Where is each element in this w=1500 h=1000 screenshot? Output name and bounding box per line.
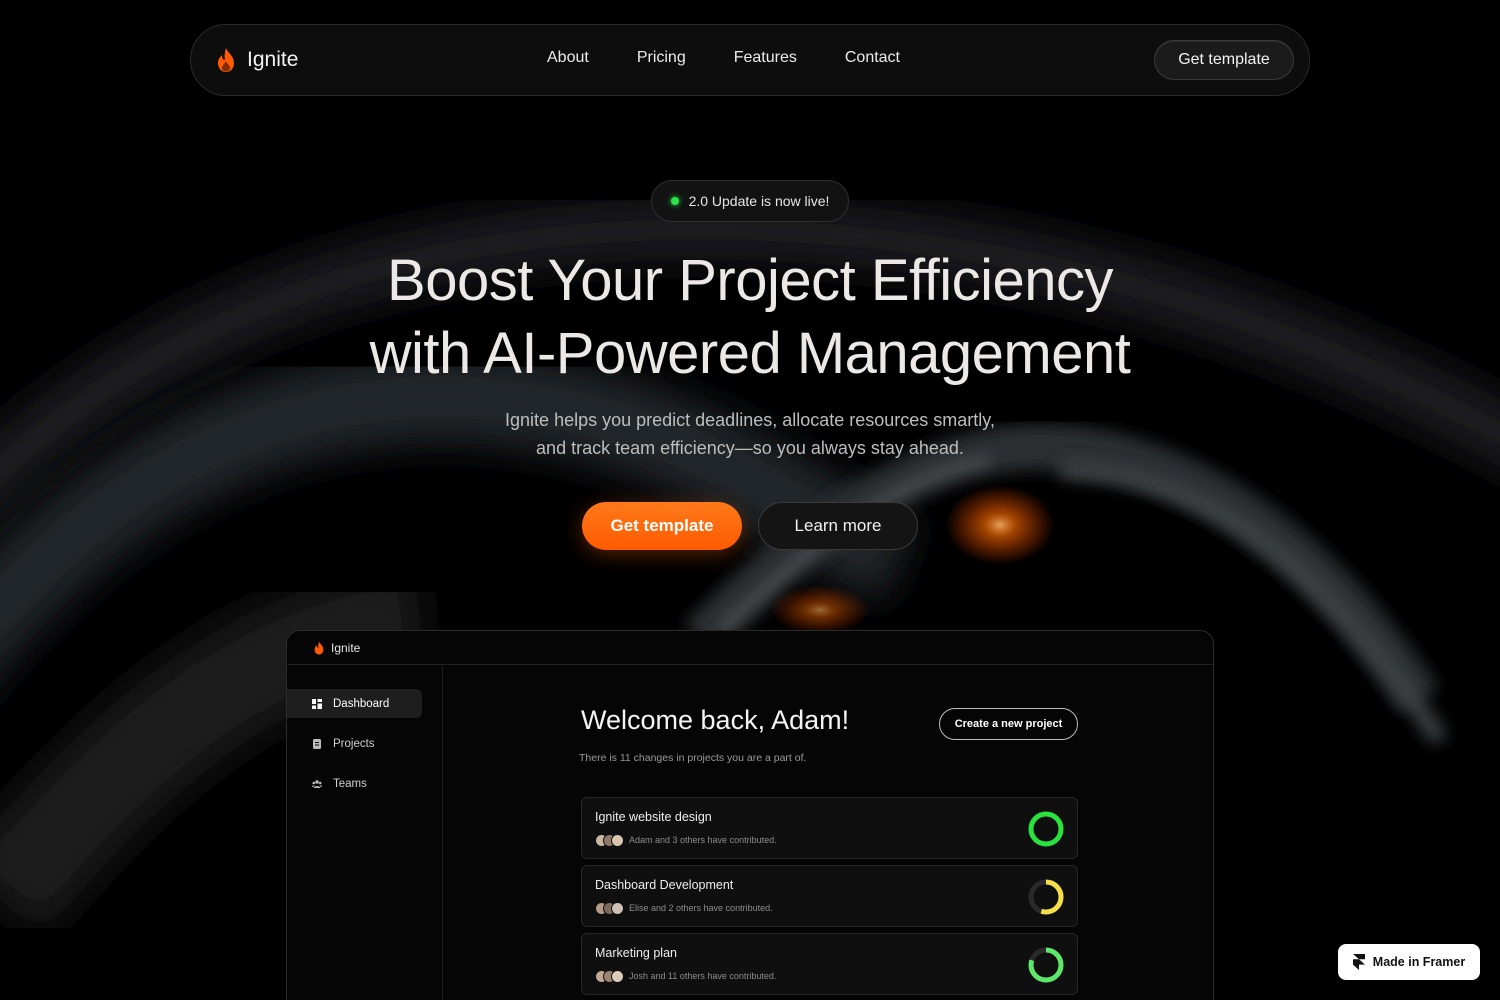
update-badge-text: 2.0 Update is now live!	[688, 193, 830, 209]
nav-links: About Pricing Features Contact	[547, 49, 948, 67]
contributor-avatars	[595, 902, 627, 915]
progress-ring	[1028, 947, 1064, 983]
live-status-dot	[670, 197, 679, 205]
avatar	[611, 902, 624, 915]
welcome-heading: Welcome back, Adam!	[581, 705, 850, 735]
project-name: Ignite website design	[595, 810, 712, 824]
sidebar-item-label: Dashboard	[333, 697, 390, 710]
contributors-text: Josh and 11 others have contributed.	[629, 971, 777, 981]
app-titlebar: Ignite	[287, 631, 1213, 665]
hero-get-template-button[interactable]: Get template	[582, 502, 742, 550]
nav-link-pricing[interactable]: Pricing	[637, 49, 686, 67]
framer-logo-icon	[1352, 954, 1365, 970]
hero-headline: Boost Your Project Efficiency with AI-Po…	[250, 244, 1250, 390]
contributors-text: Adam and 3 others have contributed.	[629, 835, 777, 845]
projects-icon	[313, 738, 321, 749]
framer-badge-label: Made in Framer	[1372, 955, 1466, 969]
teams-icon	[312, 779, 322, 788]
avatar	[611, 834, 624, 847]
headline-line-2: with AI-Powered Management	[369, 321, 1131, 386]
avatar	[611, 970, 624, 983]
nav-link-features[interactable]: Features	[734, 49, 797, 67]
contributors-text: Elise and 2 others have contributed.	[629, 903, 773, 913]
app-flame-icon	[314, 641, 324, 654]
brand-name: Ignite	[247, 48, 299, 71]
made-in-framer-badge[interactable]: Made in Framer	[1338, 944, 1480, 980]
contributor-avatars	[595, 970, 627, 983]
project-card[interactable]: Marketing plan Josh and 11 others have c…	[581, 933, 1078, 995]
project-name: Dashboard Development	[595, 878, 734, 892]
app-sidebar: Dashboard Projects Teams	[287, 666, 443, 1000]
top-navigation: Ignite About Pricing Features Contact Ge…	[190, 24, 1310, 96]
flame-icon	[218, 48, 234, 72]
project-card[interactable]: Ignite website design Adam and 3 others …	[581, 797, 1078, 859]
changes-summary: There is 11 changes in projects you are …	[579, 752, 807, 764]
nav-link-about[interactable]: About	[547, 49, 589, 67]
nav-link-contact[interactable]: Contact	[845, 49, 900, 67]
hero-learn-more-button[interactable]: Learn more	[758, 502, 918, 550]
sidebar-item-dashboard[interactable]: Dashboard	[287, 689, 422, 718]
sub-line-2: and track team efficiency—so you always …	[536, 438, 964, 458]
headline-line-1: Boost Your Project Efficiency	[387, 248, 1113, 313]
hero-subheadline: Ignite helps you predict deadlines, allo…	[400, 406, 1100, 462]
dashboard-icon	[312, 698, 322, 709]
update-badge[interactable]: 2.0 Update is now live!	[651, 180, 849, 222]
progress-ring	[1028, 811, 1064, 847]
sidebar-item-projects[interactable]: Projects	[287, 729, 422, 758]
project-card[interactable]: Dashboard Development Elise and 2 others…	[581, 865, 1078, 927]
create-project-button[interactable]: Create a new project	[939, 708, 1078, 740]
sidebar-item-label: Projects	[333, 737, 375, 750]
app-preview-window: Ignite Dashboard Projects Teams Welcome …	[286, 630, 1214, 1000]
sidebar-item-label: Teams	[333, 777, 367, 790]
brand-logo[interactable]: Ignite	[215, 47, 298, 73]
sidebar-item-teams[interactable]: Teams	[287, 769, 422, 798]
app-brand-name: Ignite	[331, 640, 361, 655]
progress-ring	[1028, 879, 1064, 915]
contributor-avatars	[595, 834, 627, 847]
sub-line-1: Ignite helps you predict deadlines, allo…	[505, 410, 995, 430]
project-name: Marketing plan	[595, 946, 677, 960]
nav-get-template-button[interactable]: Get template	[1154, 40, 1294, 80]
